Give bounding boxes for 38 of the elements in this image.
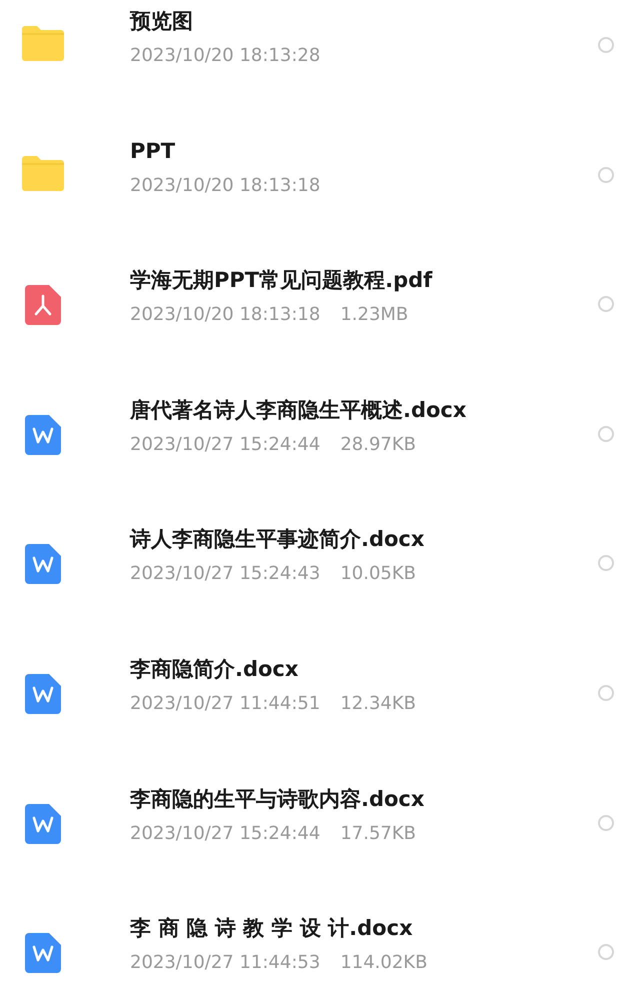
select-radio[interactable] (598, 37, 614, 53)
select-radio[interactable] (598, 426, 614, 442)
file-size: 12.34KB (340, 692, 416, 716)
select-radio[interactable] (598, 944, 614, 960)
modified-date: 2023/10/27 15:24:43 (130, 562, 320, 586)
file-name[interactable]: 诗人李商隐生平事迹简介.docx (130, 524, 424, 554)
modified-date: 2023/10/27 11:44:53 (130, 951, 320, 976)
folder-icon (22, 156, 64, 191)
word-document-icon (25, 674, 61, 714)
select-radio[interactable] (598, 684, 614, 701)
file-size: 1.23MB (340, 303, 408, 328)
select-radio[interactable] (598, 166, 614, 183)
folder-icon (22, 26, 64, 61)
modified-date: 2023/10/27 15:24:44 (130, 432, 320, 457)
file-size: 17.57KB (340, 822, 416, 846)
file-name[interactable]: 李 商 隐 诗 教 学 设 计.docx (130, 913, 413, 944)
word-document-icon (25, 544, 61, 584)
file-name[interactable]: 李商隐的生平与诗歌内容.docx (130, 784, 424, 814)
word-document-icon (25, 804, 61, 844)
modified-date: 2023/10/27 11:44:51 (130, 692, 320, 716)
select-radio[interactable] (598, 814, 614, 831)
modified-date: 2023/10/27 15:24:44 (130, 822, 320, 846)
modified-date: 2023/10/20 18:13:28 (130, 44, 320, 68)
file-name[interactable]: 学海无期PPT常见问题教程.pdf (130, 265, 432, 296)
file-size: 10.05KB (340, 562, 416, 586)
file-size: 28.97KB (340, 432, 416, 457)
file-size: 114.02KB (340, 951, 428, 976)
word-document-icon (25, 933, 61, 974)
modified-date: 2023/10/20 18:13:18 (130, 303, 320, 328)
select-radio[interactable] (598, 555, 614, 572)
file-name[interactable]: 唐代著名诗人李商隐生平概述.docx (130, 394, 466, 425)
modified-date: 2023/10/20 18:13:18 (130, 174, 320, 198)
word-document-icon (25, 414, 61, 455)
file-name[interactable]: 预览图 (130, 6, 193, 36)
select-radio[interactable] (598, 296, 614, 312)
file-name[interactable]: 李商隐简介.docx (130, 654, 298, 684)
file-name[interactable]: PPT (130, 136, 176, 166)
pdf-file-icon (25, 285, 61, 326)
